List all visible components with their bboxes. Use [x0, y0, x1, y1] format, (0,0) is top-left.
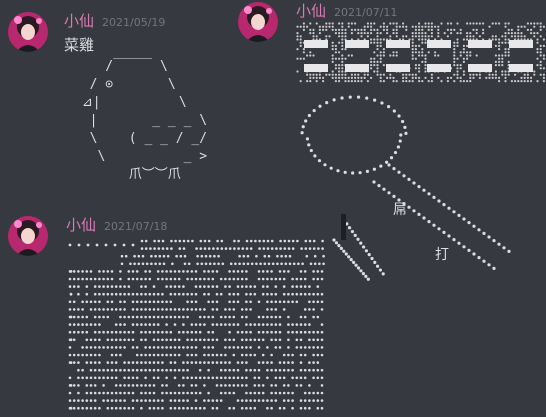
braille-broom-art — [300, 95, 511, 281]
message-text: 菜雞 — [64, 36, 95, 54]
author-name[interactable]: 小仙 — [296, 2, 326, 20]
braille-banner-art — [296, 22, 545, 83]
message-header: 小仙 2021/07/11 — [296, 2, 397, 22]
text-cursor — [341, 214, 346, 240]
avatar[interactable] — [8, 12, 48, 52]
avatar-image — [8, 216, 48, 256]
avatar[interactable] — [8, 216, 48, 256]
avatar[interactable] — [238, 2, 278, 42]
message-header: 小仙 2021/07/18 — [66, 216, 167, 236]
ascii-art: /￣￣￣ \ / ⊙ \ ⊿| \ | _ _ _ \ \ ( _ _ / _/… — [81, 59, 208, 182]
author-name[interactable]: 小仙 — [64, 12, 94, 30]
timestamp: 2021/05/19 — [102, 16, 166, 29]
art-text: 打 — [435, 247, 449, 263]
art-text: 屌 — [393, 202, 407, 218]
timestamp: 2021/07/18 — [104, 220, 168, 233]
timestamp: 2021/07/11 — [334, 6, 398, 19]
avatar-image — [8, 12, 48, 52]
message-header: 小仙 2021/05/19 — [64, 12, 165, 32]
author-name[interactable]: 小仙 — [66, 216, 96, 234]
avatar-image — [238, 2, 278, 42]
